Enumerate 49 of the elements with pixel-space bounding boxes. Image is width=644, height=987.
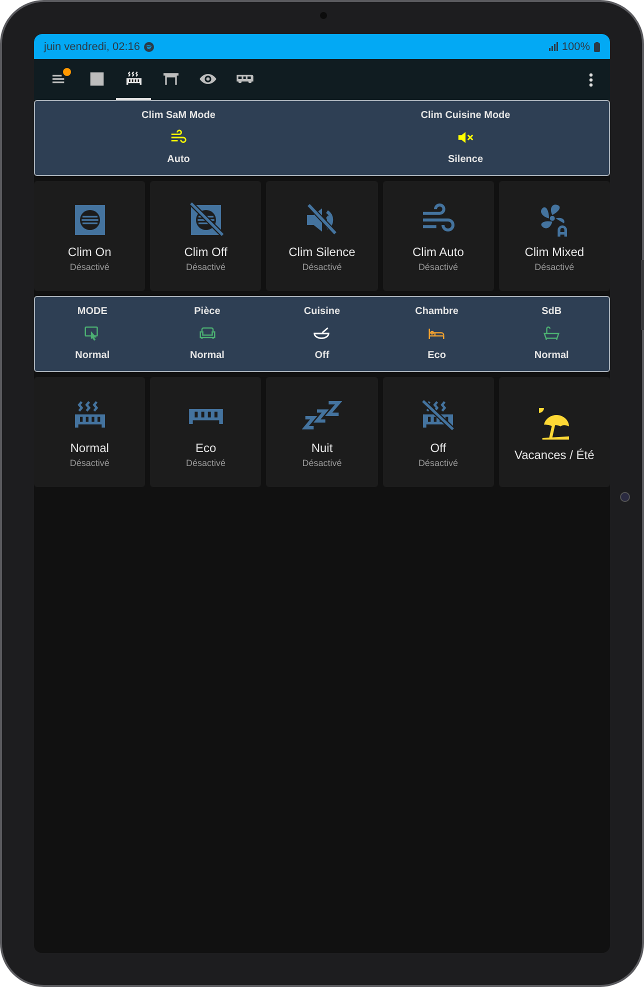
tile-state: Désactivé: [186, 262, 226, 272]
mode-tile[interactable]: Normal Désactivé: [34, 377, 146, 487]
mode-tile[interactable]: Clim Off Désactivé: [150, 181, 262, 291]
entity-state: Normal: [534, 350, 569, 361]
mode-tile[interactable]: Clim On Désactivé: [34, 181, 146, 291]
entity-state: Off: [314, 350, 330, 361]
entity-state: Normal: [75, 350, 110, 361]
sensor-icon: [620, 492, 630, 502]
mode-tile[interactable]: Off Désactivé: [382, 377, 494, 487]
mode-tile[interactable]: Clim Mixed Désactivé: [498, 181, 610, 291]
tile-name: Normal: [70, 441, 109, 455]
entity-state: Normal: [190, 350, 224, 361]
entity-name: Pièce: [194, 306, 220, 317]
tile-name: Clim Off: [184, 245, 228, 259]
tile-name: Clim Auto: [412, 245, 464, 259]
tile-name: Eco: [195, 441, 216, 455]
entity-state: Silence: [448, 154, 484, 165]
tile-state: Désactivé: [70, 262, 110, 272]
tile-name: Nuit: [311, 441, 333, 455]
entity-name: Chambre: [415, 306, 458, 317]
tile-state: Désactivé: [418, 458, 458, 468]
entity-name: SdB: [542, 306, 562, 317]
entity-name: Cuisine: [304, 306, 340, 317]
entity-state: Auto: [167, 154, 190, 165]
battery-level: 100%: [562, 40, 590, 52]
tile-state: Désactivé: [418, 262, 458, 272]
tile-state: Désactivé: [302, 262, 342, 272]
mode-tile[interactable]: Clim Silence Désactivé: [266, 181, 378, 291]
tile-name: Clim On: [68, 245, 112, 259]
entity-name: Clim SaM Mode: [142, 110, 216, 121]
battery-icon: [594, 42, 600, 52]
status-time: juin vendredi, 02:16: [44, 40, 140, 52]
entity-name: MODE: [77, 306, 108, 317]
mode-tile[interactable]: Eco Désactivé: [150, 377, 262, 487]
tile-name: Clim Mixed: [524, 245, 584, 259]
entity-state: Eco: [428, 350, 446, 361]
tile-name: Clim Silence: [288, 245, 356, 259]
tile-name: Vacances / Été: [514, 448, 594, 462]
entity-name: Clim Cuisine Mode: [420, 110, 510, 121]
tile-state: Désactivé: [534, 262, 574, 272]
tile-name: Off: [430, 441, 446, 455]
signal-icon: [548, 42, 558, 51]
mode-tile[interactable]: Nuit Désactivé: [266, 377, 378, 487]
tile-state: Désactivé: [70, 458, 110, 468]
tile-state: Désactivé: [302, 458, 342, 468]
app-notification-icon: [144, 42, 154, 52]
mode-tile[interactable]: Clim Auto Désactivé: [382, 181, 494, 291]
mode-tile[interactable]: Vacances / Été: [498, 377, 610, 487]
tile-state: Désactivé: [186, 458, 226, 468]
